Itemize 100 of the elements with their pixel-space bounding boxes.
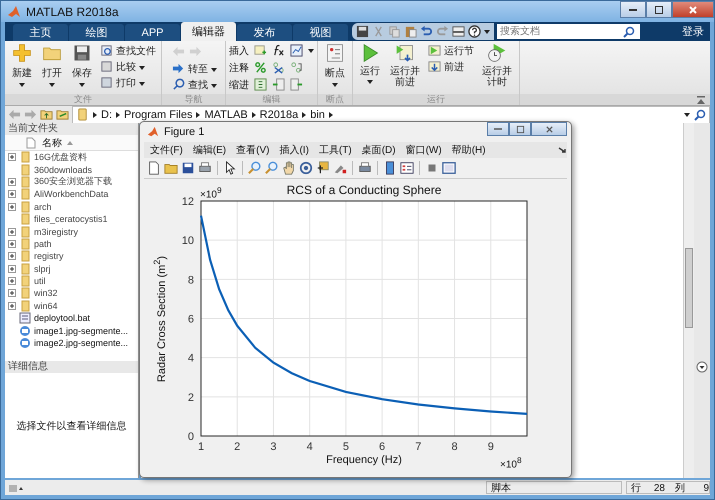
new-figure-icon[interactable] [147,161,161,175]
file-name[interactable]: 16G优盘资料 [34,150,88,164]
menu-item[interactable]: 工具(T) [318,143,352,157]
chevron-icon[interactable] [116,112,120,118]
file-name[interactable]: win64 [34,300,58,311]
search-icon[interactable] [694,108,706,120]
file-name[interactable]: AliWorkbenchData [34,189,108,200]
file-name[interactable]: win32 [34,288,58,298]
folder-icon[interactable] [164,161,178,175]
scrollbar[interactable] [683,123,694,478]
ribbon-button[interactable]: 断点 [321,43,349,87]
menu-item[interactable]: 编辑(E) [192,143,226,157]
ribbon-button[interactable]: 比较 [98,59,158,74]
ribbon-button[interactable]: 运行节 [426,43,476,58]
menu-item[interactable]: 文件(F) [150,143,183,157]
expand-icon[interactable] [8,228,16,236]
expand-icon[interactable] [8,178,16,186]
file-name[interactable]: deploytool.bat [34,313,90,324]
minimize-button[interactable] [487,122,509,136]
path-segment[interactable]: R2018a [260,108,298,120]
caret-icon[interactable] [484,30,490,34]
file-name[interactable]: 360downloads [34,164,92,175]
caret-icon[interactable] [308,48,314,52]
chart-window-icon[interactable] [290,44,303,57]
save-icon[interactable] [181,161,195,175]
expand-icon[interactable] [8,252,16,260]
collapse-ribbon-icon[interactable] [696,94,706,104]
file-name[interactable]: m3iregistry [34,226,78,237]
file-name[interactable]: arch [34,202,52,212]
file-name[interactable]: image1.jpg-segmente... [34,326,128,336]
expand-icon[interactable] [8,302,16,310]
dock-arrow-icon[interactable] [557,145,567,155]
path-segment[interactable]: bin [310,108,325,120]
ribbon-button[interactable]: 打开 [38,43,66,87]
close-button[interactable] [672,1,714,18]
ribbon-button[interactable]: 新建 [8,43,36,87]
file-name[interactable]: image2.jpg-segmente... [34,338,128,348]
file-name[interactable]: 360安全浏览器下载 [34,175,112,188]
menu-item[interactable]: 查看(V) [236,143,270,157]
up-folder-icon[interactable] [40,108,53,121]
save-icon[interactable] [356,25,369,38]
colorbar-icon[interactable] [383,161,397,175]
maximize-button[interactable] [509,122,531,136]
clipboard-icon[interactable] [404,25,417,38]
ribbon-button[interactable]: 查找 [170,77,219,92]
rotate-icon[interactable] [299,161,313,175]
menu-item[interactable]: 插入(I) [279,143,309,157]
maximize-button[interactable] [646,1,672,18]
login-button[interactable]: 登录 [682,24,704,39]
chevron-icon[interactable] [196,112,200,118]
ribbon-tab[interactable]: 视图 [293,24,348,41]
link-plot-icon[interactable] [358,161,372,175]
column-header[interactable]: 名称 [42,136,62,150]
chevron-icon[interactable] [328,112,333,118]
legend-icon[interactable] [400,161,414,175]
ribbon-button[interactable]: 前进 [426,59,476,74]
insert-section-icon[interactable] [254,44,267,57]
file-name[interactable]: slprj [34,264,51,274]
ribbon-button[interactable]: 运行 [356,43,384,84]
chevron-icon[interactable] [252,112,256,118]
expand-icon[interactable] [8,277,16,286]
ribbon-tab[interactable]: APP [125,24,180,41]
undo-icon[interactable] [420,25,433,38]
file-name[interactable]: files_ceratocystis1 [34,214,108,224]
browse-folder-icon[interactable] [56,108,69,121]
panel-menu-icon[interactable] [696,361,708,373]
expand-icon[interactable] [8,202,16,211]
scroll-thumb[interactable] [685,248,693,328]
path-segment[interactable]: Program Files [124,108,192,120]
ribbon-button[interactable]: 查找文件 [98,43,158,58]
data-cursor-icon[interactable] [316,161,330,175]
caret-icon[interactable] [684,112,690,116]
ribbon-button[interactable]: 打印 [98,75,158,90]
file-name[interactable]: path [34,238,52,249]
ribbon-button[interactable]: 转至 [170,61,219,76]
minimize-button[interactable] [620,1,646,18]
windows-icon[interactable] [452,25,465,38]
expand-icon[interactable] [8,153,16,162]
menu-item[interactable]: 桌面(D) [362,143,396,157]
insert-function-icon[interactable] [272,44,285,57]
percent-icon[interactable] [254,61,267,74]
pointer-icon[interactable] [223,161,237,175]
increase-indent-icon[interactable] [272,78,285,91]
zoom-out-icon[interactable] [265,161,279,175]
ribbon-button[interactable]: 运行并计时 [478,43,516,88]
file-name[interactable]: registry [34,251,64,262]
help-icon[interactable] [468,25,481,38]
ribbon-tab[interactable]: 绘图 [69,24,124,41]
path-segment[interactable]: D: [101,108,112,120]
decrease-indent-icon[interactable] [290,78,303,91]
chevron-icon[interactable] [93,112,97,118]
status-grip-icon[interactable] [8,482,24,492]
expand-icon[interactable] [8,190,16,198]
expand-icon[interactable] [8,289,16,298]
ribbon-tab[interactable]: 主页 [13,24,68,41]
menu-item[interactable]: 窗口(W) [406,143,442,157]
smart-indent-icon[interactable] [254,78,267,91]
file-name[interactable]: util [34,276,46,286]
ribbon-tab[interactable]: 编辑器 [181,22,236,41]
close-button[interactable] [531,122,567,136]
